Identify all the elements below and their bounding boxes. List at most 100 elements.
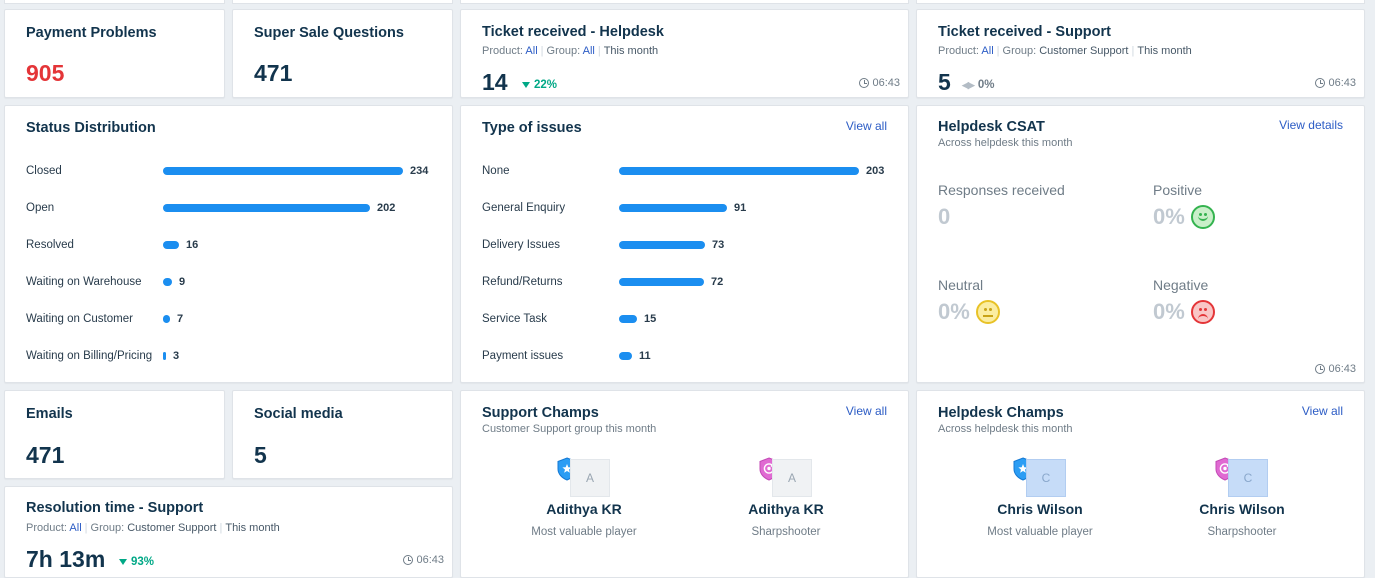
champ-role: Most valuable player [987,526,1093,538]
period-label: This month [603,45,659,57]
last-updated-time: 06:43 [416,554,444,566]
issue-row[interactable]: None 203 [482,163,898,179]
bar-label: None [482,165,510,177]
product-filter-link[interactable]: All [525,45,537,57]
filter-label: Group: [546,45,581,57]
issue-row[interactable]: Payment issues 11 [482,348,898,364]
filter-label: Group: [1002,45,1037,57]
bar-value: 7 [177,313,184,325]
ticket-received-helpdesk-widget[interactable]: Ticket received - Helpdesk Product: All |… [460,9,909,98]
widget-count: 471 [26,442,65,468]
issue-row[interactable]: General Enquiry 91 [482,200,898,216]
status-distribution-widget[interactable]: Status Distribution Closed 234 Open 202 Reso… [4,105,453,383]
resolution-time-support-widget[interactable]: Resolution time - Support Product: All | G… [4,486,453,578]
status-row[interactable]: Waiting on Customer 7 [26,311,442,327]
issue-row[interactable]: Refund/Returns 72 [482,274,898,290]
issue-row[interactable]: Delivery Issues 73 [482,237,898,253]
bar-value: 72 [711,276,724,288]
trend-value: 0% [977,79,995,91]
widget-title: Ticket received - Helpdesk [482,24,664,40]
status-row[interactable]: Resolved 16 [26,237,442,253]
widget-filters: Product: All | Group: All | This month [482,45,659,57]
view-all-link[interactable]: View all [846,404,887,418]
champ-card[interactable]: C Chris Wilson Most valuable player [955,457,1125,538]
trend-indicator: 22% [522,79,557,91]
responses-count: 0 [938,204,951,229]
status-row[interactable]: Open 202 [26,200,442,216]
champ-card[interactable]: A Adithya KR Sharpshooter [701,457,871,538]
group-filter-link[interactable]: All [583,45,595,57]
champ-card[interactable]: C Chris Wilson Sharpshooter [1157,457,1327,538]
view-all-link[interactable]: View all [1302,404,1343,418]
bar-fill [619,167,859,175]
avatar: A [570,459,610,497]
bar-label: General Enquiry [482,202,566,214]
helpdesk-champs-widget[interactable]: Helpdesk Champs Across helpdesk this mon… [916,390,1365,578]
trend-indicator: ◀▶ 0% [962,79,994,91]
widget-title: Status Distribution [26,120,156,136]
product-filter-link[interactable]: All [981,45,993,57]
last-updated: 06:43 [403,554,444,566]
widget-count: 471 [254,60,293,86]
widget-title: Helpdesk Champs [938,405,1064,421]
group-filter-value[interactable]: Customer Support [127,522,216,534]
helpdesk-csat-widget[interactable]: Helpdesk CSAT Across helpdesk this month… [916,105,1365,383]
sad-face-icon [1190,300,1215,324]
super-sale-questions-widget[interactable]: Super Sale Questions 471 [232,9,453,98]
bar-fill [163,167,403,175]
period-label: This month [225,522,280,534]
view-details-link[interactable]: View details [1279,118,1343,132]
negative-label: Negative [1153,277,1209,293]
ticket-received-support-widget[interactable]: Ticket received - Support Product: All | G… [916,9,1365,98]
support-champs-widget[interactable]: Support Champs Customer Support group th… [460,390,909,578]
issue-row[interactable]: Service Task 15 [482,311,898,327]
bar-value: 15 [644,313,657,325]
period-label: This month [1137,45,1192,57]
responses-value: 0 [938,204,950,230]
positive-label: Positive [1153,182,1203,198]
bar-label: Refund/Returns [482,276,563,288]
clock-icon [1315,364,1326,374]
widget-count: 14 [482,69,508,95]
view-all-link[interactable]: View all [846,119,887,133]
champ-card[interactable]: A Adithya KR Most valuable player [499,457,669,538]
bar-fill [619,352,632,360]
emails-widget[interactable]: Emails 471 [4,390,225,479]
social-media-widget[interactable]: Social media 5 [232,390,453,479]
widget-count: 7h 13m [26,546,106,572]
champ-role: Most valuable player [531,526,637,538]
champ-role: Sharpshooter [751,526,821,538]
previous-row-strip [0,0,1375,5]
last-updated: 06:43 [1315,77,1356,89]
bar-value: 3 [173,350,180,362]
bar-label: Waiting on Warehouse [26,276,142,288]
filter-label: Product: [482,45,523,57]
positive-value: 0% [1153,204,1215,230]
status-row[interactable]: Waiting on Billing/Pricing 3 [26,348,442,364]
widget-count: 5 [938,69,951,95]
widget-title: Ticket received - Support [938,24,1111,40]
champ-name: Chris Wilson [1199,501,1285,517]
last-updated-time: 06:43 [872,77,900,89]
responses-label: Responses received [938,182,1065,198]
group-filter-value[interactable]: Customer Support [1039,45,1128,57]
avatar: C [1228,459,1268,497]
product-filter-link[interactable]: All [69,522,81,534]
avatar: C [1026,459,1066,497]
bar-fill [619,315,637,323]
payment-problems-widget[interactable]: Payment Problems 905 [4,9,225,98]
widget-subtitle: Across helpdesk this month [938,137,1073,149]
status-row[interactable]: Waiting on Warehouse 9 [26,274,442,290]
neutral-face-icon [975,300,1000,324]
neutral-value: 0% [938,299,1000,325]
status-row[interactable]: Closed 234 [26,163,442,179]
widget-title: Payment Problems [26,25,157,41]
bar-value: 234 [410,165,429,177]
bar-value: 202 [377,202,396,214]
widget-title: Super Sale Questions [254,25,404,41]
widget-count: 905 [26,60,65,86]
avatar: A [772,459,812,497]
bar-value: 9 [179,276,186,288]
type-of-issues-widget[interactable]: Type of issues View all None 203 General E… [460,105,909,383]
neutral-percent: 0% [938,299,970,324]
